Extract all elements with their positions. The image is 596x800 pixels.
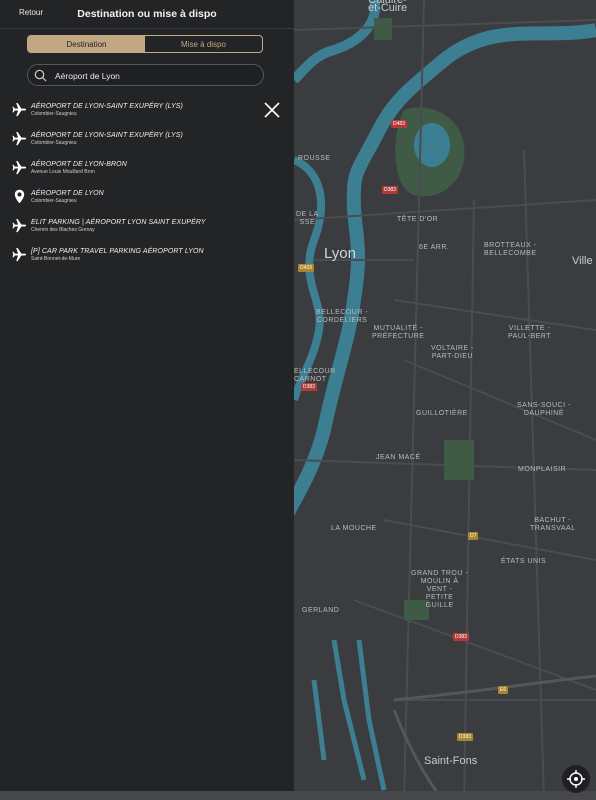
map-label-saintfons: Saint-Fons (424, 755, 478, 767)
map-label-rousse: ROUSSE (298, 155, 331, 162)
road-badge: D383 (453, 633, 469, 641)
map-label-6e: 6E ARR. (419, 244, 450, 251)
map-label-etatsunis: ÉTATS UNIS (501, 558, 547, 565)
plane-icon (12, 218, 27, 233)
road-badge: E6 (498, 686, 509, 694)
map-label-voltaire: VOLTAIRE - PART-DIEU (431, 345, 474, 360)
map-label-brotteaux: BROTTEAUX - BELLECOMBE (484, 242, 537, 257)
map-label-lamouche: LA MOUCHE (331, 525, 377, 532)
map-canvas (294, 0, 596, 800)
result-address: Saint-Bonnet-de-Mure (31, 256, 81, 262)
result-address: Avenue Louis Mouillard Bron (31, 169, 95, 175)
map-view[interactable]: Caluire- et-Cuire ROUSSE DE LA SSE TÊTE … (294, 0, 596, 800)
map-label-gerland: GERLAND (302, 607, 340, 614)
result-address: Colombier-Saugnieu (31, 198, 77, 204)
map-label-monplaisir: MONPLAISIR (518, 466, 567, 473)
close-icon[interactable] (262, 100, 282, 120)
result-item[interactable]: AÉROPORT DE LYON-SAINT EXUPÉRY (LYS) Col… (0, 98, 260, 124)
map-label-villette: VILLETTE - PAUL-BERT (508, 325, 552, 340)
plane-icon (12, 160, 27, 175)
locate-me-button[interactable] (562, 765, 590, 793)
map-label-lyon: Lyon (324, 245, 356, 262)
tab-destination[interactable]: Destination (28, 36, 145, 52)
map-label-tetedor: TÊTE D'OR (397, 216, 439, 223)
result-name: AÉROPORT DE LYON-BRON (31, 161, 127, 168)
result-address: Chemin des Blaches Grenay (31, 227, 95, 233)
road-badge: D383 (301, 383, 317, 391)
result-item[interactable]: [P] CAR PARK TRAVEL PARKING AÉROPORT LYO… (0, 243, 260, 269)
map-label-jeanmace: JEAN MACÉ (376, 454, 421, 461)
mode-segmented-control: Destination Mise à dispo (27, 35, 263, 53)
map-label-sanssouci: SANS-SOUCI - DAUPHINÉ (517, 402, 571, 417)
result-name: AÉROPORT DE LYON-SAINT EXUPÉRY (LYS) (31, 132, 183, 139)
crosshair-icon (567, 770, 585, 788)
map-label-grandtrou: GRAND TROU - MOULIN À VENT - PETITE GUIL… (411, 570, 469, 609)
search-icon (34, 69, 47, 82)
search-input-value: Aéroport de Lyon (55, 71, 120, 81)
map-label-dela: DE LA SSE (296, 211, 319, 226)
top-bar: Retour Destination ou mise à dispo (0, 0, 294, 29)
result-item[interactable]: AÉROPORT DE LYON Colombier-Saugnieu (0, 185, 260, 211)
destination-panel: Retour Destination ou mise à dispo Desti… (0, 0, 294, 791)
plane-icon (12, 102, 27, 117)
result-address: Colombier-Saugnieu (31, 140, 77, 146)
road-badge: D383 (457, 733, 473, 741)
road-badge: D433 (298, 264, 314, 272)
map-label-ville: Ville (572, 255, 593, 267)
search-input[interactable]: Aéroport de Lyon (27, 64, 264, 86)
result-name: AÉROPORT DE LYON-SAINT EXUPÉRY (LYS) (31, 103, 183, 110)
road-badge: D483 (391, 120, 407, 128)
plane-icon (12, 131, 27, 146)
result-name: AÉROPORT DE LYON (31, 190, 104, 197)
road-badge: D7 (468, 532, 479, 540)
map-label-bachut: BACHUT - TRANSVAAL (530, 517, 576, 532)
result-item[interactable]: AÉROPORT DE LYON-SAINT EXUPÉRY (LYS) Col… (0, 127, 260, 153)
result-address: Colombier-Saugnieu (31, 111, 77, 117)
map-label-mutualite: MUTUALITÉ - PRÉFECTURE (372, 325, 425, 340)
road-badge: D383 (382, 186, 398, 194)
result-item[interactable]: AÉROPORT DE LYON-BRON Avenue Louis Mouil… (0, 156, 260, 182)
result-name: ELIT PARKING | AÉROPORT LYON SAINT EXUPÉ… (31, 219, 206, 226)
result-item[interactable]: ELIT PARKING | AÉROPORT LYON SAINT EXUPÉ… (0, 214, 260, 240)
pin-icon (14, 189, 25, 204)
result-name: [P] CAR PARK TRAVEL PARKING AÉROPORT LYO… (31, 248, 204, 255)
plane-icon (12, 247, 27, 262)
map-label-caluire: Caluire- et-Cuire (368, 0, 408, 14)
map-label-ellecour: ELLECOUR CARNOT (294, 368, 336, 383)
tab-mise-a-dispo[interactable]: Mise à dispo (145, 36, 262, 52)
map-label-bellecour: BELLECOUR - CORDELIERS (316, 309, 369, 324)
bottom-strip (0, 791, 596, 800)
page-title: Destination ou mise à dispo (77, 8, 217, 20)
map-label-guillotiere: GUILLOTIÈRE (416, 410, 468, 417)
